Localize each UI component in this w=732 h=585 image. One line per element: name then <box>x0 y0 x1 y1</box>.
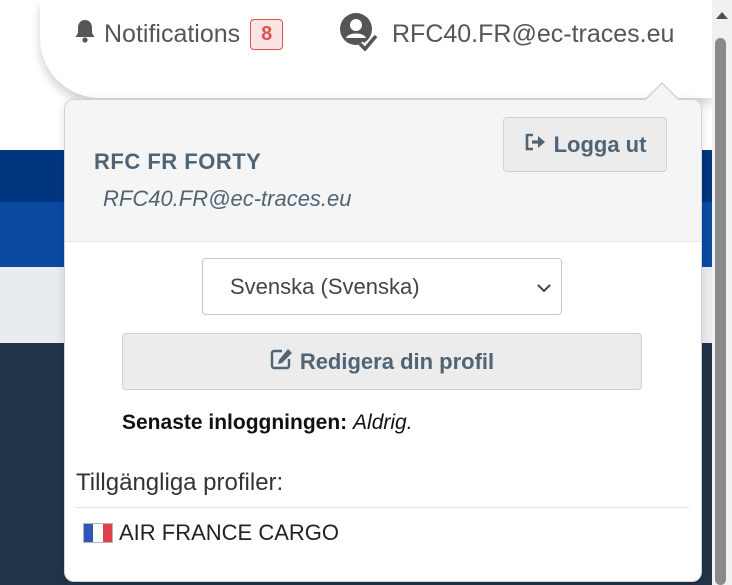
profiles-divider <box>76 507 689 508</box>
notifications-button[interactable]: Notifications 8 <box>74 14 284 54</box>
profile-item-name: AIR FRANCE CARGO <box>119 520 340 545</box>
edit-profile-button[interactable]: Redigera din profil <box>122 333 642 390</box>
scrollbar-thumb[interactable] <box>715 38 726 585</box>
bell-icon <box>74 19 96 50</box>
last-login-label: Senaste inloggningen: <box>122 411 348 434</box>
chevron-down-icon <box>535 277 553 303</box>
sign-out-icon <box>524 132 548 158</box>
notifications-count-badge: 8 <box>250 18 284 50</box>
logout-label: Logga ut <box>553 131 647 157</box>
user-menu-button[interactable]: RFC40.FR@ec-traces.eu <box>338 12 675 54</box>
profile-header: RFC FR FORTY RFC40.FR@ec-traces.eu Logga… <box>65 100 701 242</box>
dropdown-caret-inner <box>645 84 679 101</box>
scroll-up-arrow-icon[interactable] <box>716 12 728 19</box>
language-select[interactable]: Svenska (Svenska) <box>202 258 562 315</box>
user-dropdown-panel: RFC FR FORTY RFC40.FR@ec-traces.eu Logga… <box>64 99 702 582</box>
profile-email: RFC40.FR@ec-traces.eu <box>103 186 352 211</box>
profile-list-item[interactable]: AIR FRANCE CARGO <box>83 520 339 546</box>
notifications-label: Notifications <box>104 19 241 48</box>
user-email-label: RFC40.FR@ec-traces.eu <box>392 19 675 48</box>
available-profiles-title: Tillgängliga profiler: <box>76 469 284 496</box>
edit-profile-label: Redigera din profil <box>299 348 495 374</box>
last-login-value: Aldrig. <box>353 411 413 434</box>
edit-icon <box>270 348 294 376</box>
page-scrollbar[interactable] <box>712 0 732 585</box>
last-login-info: Senaste inloggningen: Aldrig. <box>122 411 413 435</box>
logout-button[interactable]: Logga ut <box>503 117 667 172</box>
language-selected-value: Svenska (Svenska) <box>230 273 420 299</box>
profile-name: RFC FR FORTY <box>94 149 262 174</box>
user-check-icon <box>338 11 379 58</box>
france-flag-icon <box>83 523 113 543</box>
